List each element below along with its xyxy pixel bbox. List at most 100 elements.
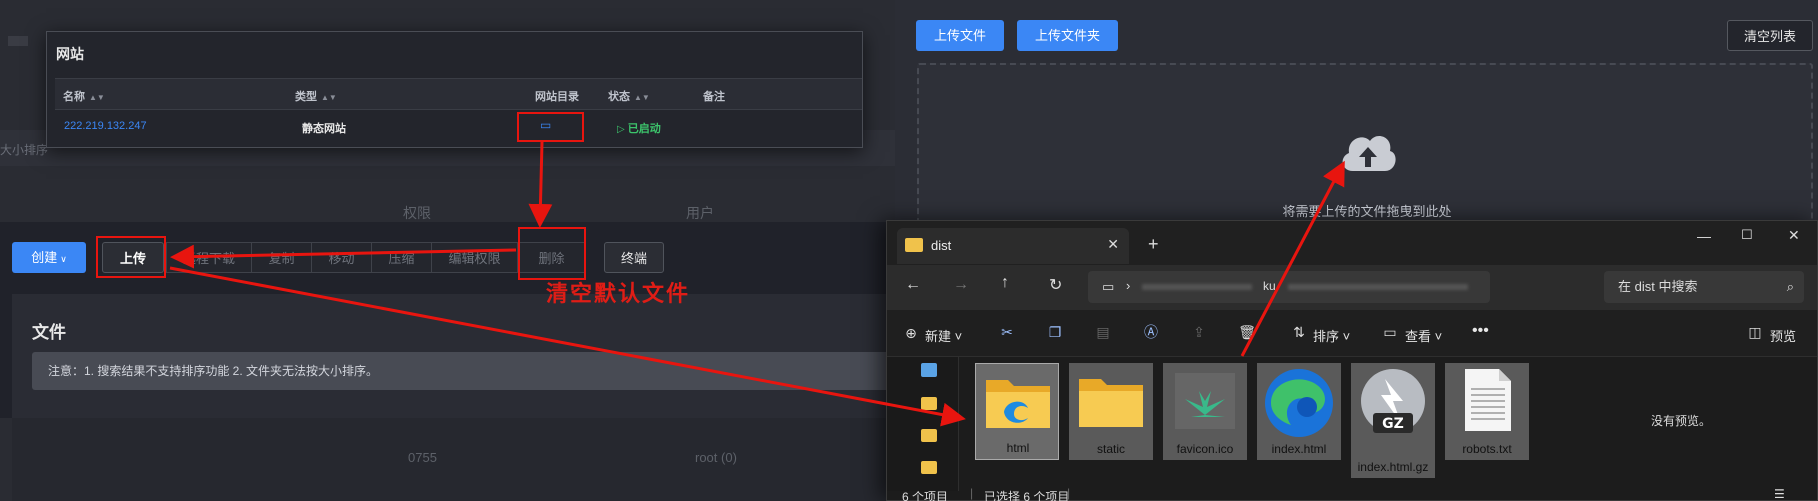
status-divider: |	[970, 486, 974, 500]
col-type[interactable]: 类型 ▲▼	[295, 88, 337, 104]
sort-icon: ▲▼	[89, 92, 105, 102]
col-status[interactable]: 状态 ▲▼	[608, 88, 650, 104]
edit-permissions-button[interactable]: 编辑权限	[432, 242, 518, 273]
files-title: 文件	[32, 323, 66, 342]
explorer-tab[interactable]: dist ✕	[897, 228, 1129, 264]
more-icon[interactable]: •••	[1472, 322, 1489, 340]
col-directory: 网站目录	[535, 91, 579, 103]
view-button[interactable]: 查看 ˅	[1405, 326, 1442, 345]
upload-folder-button[interactable]: 上传文件夹	[1017, 20, 1118, 51]
file-label: index.html.gz	[1357, 460, 1429, 474]
copy-button[interactable]: 复制	[252, 242, 312, 273]
preview-button[interactable]: 预览	[1770, 326, 1796, 345]
refresh-icon[interactable]: ↻	[1049, 275, 1062, 295]
file-item[interactable]: GZ index.html.gz	[1351, 363, 1435, 478]
terminal-button[interactable]: 终端	[604, 242, 664, 273]
site-name-link[interactable]: 222.219.132.247	[64, 120, 147, 132]
cloud-upload-icon	[1342, 136, 1396, 171]
status-divider: |	[1067, 486, 1071, 500]
sort-icon: ▲▼	[321, 92, 337, 102]
svg-text:GZ: GZ	[1382, 416, 1404, 432]
tab-title: dist	[931, 238, 952, 253]
site-type: 静态网站	[302, 123, 346, 135]
new-icon: ⊕	[905, 325, 917, 341]
file-list-ghost: 0755 root (0)	[12, 418, 890, 501]
annotation-box-delete	[518, 227, 586, 280]
folder-icon[interactable]	[921, 429, 937, 442]
file-label: robots.txt	[1462, 442, 1512, 456]
clear-list-button[interactable]: 清空列表	[1727, 20, 1813, 51]
paste-icon[interactable]: ▤	[1094, 323, 1112, 341]
file-label: index.html	[1271, 442, 1327, 456]
maximize-icon[interactable]: ☐	[1741, 227, 1753, 243]
gz-archive-icon: GZ	[1361, 369, 1425, 433]
ghost-sort-label: 大小排序	[0, 143, 49, 157]
details-view-icon[interactable]: ☰	[1774, 487, 1785, 501]
drop-hint: 将需要上传的文件拖曳到此处	[1282, 204, 1452, 219]
file-item[interactable]: html	[975, 363, 1059, 460]
item-count: 6 个项目	[902, 490, 949, 501]
edge-html-icon	[1265, 369, 1333, 437]
favicon-icon	[1175, 373, 1235, 429]
copy-icon[interactable]: ❐	[1046, 323, 1064, 341]
search-input[interactable]: 在 dist 中搜索 ⌕	[1604, 271, 1804, 303]
selected-count: 已选择 6 个项目	[984, 490, 1070, 501]
col-name[interactable]: 名称 ▲▼	[63, 88, 105, 104]
ghost-user-header: 用户	[686, 205, 714, 221]
back-icon[interactable]: ←	[905, 276, 921, 294]
file-item[interactable]: favicon.ico	[1163, 363, 1247, 460]
upload-file-button[interactable]: 上传文件	[916, 20, 1004, 51]
folder-icon[interactable]	[921, 461, 937, 474]
remote-download-button[interactable]: 远程下载	[166, 242, 252, 273]
file-item[interactable]: static	[1069, 363, 1153, 460]
sort-icon: ⇅	[1293, 324, 1305, 340]
notice-bar: 注意：1. 搜索结果不支持排序功能 2. 文件夹无法按大小排序。	[32, 352, 890, 390]
address-fragment: ku	[1263, 279, 1276, 293]
text-file-icon	[1465, 369, 1511, 431]
search-icon: ⌕	[1786, 279, 1794, 294]
annotation-box-site-dir	[517, 112, 584, 142]
preview-pane-icon: ◫	[1748, 324, 1762, 340]
sort-button[interactable]: 排序 ˅	[1313, 326, 1350, 345]
ghost-permission-value: 0755	[408, 450, 437, 465]
file-item[interactable]: robots.txt	[1445, 363, 1529, 460]
folder-icon	[1079, 379, 1143, 427]
close-window-icon[interactable]: ✕	[1788, 227, 1800, 244]
compress-button[interactable]: 压缩	[372, 242, 432, 273]
delete-icon[interactable]: 🗑	[1238, 323, 1256, 341]
file-label: favicon.ico	[1176, 442, 1234, 456]
up-icon[interactable]: ↑	[1001, 274, 1009, 292]
ghost-permission-header: 权限	[403, 205, 431, 221]
site-card-title: 网站	[56, 46, 84, 62]
sort-icon: ▲▼	[634, 92, 650, 102]
rename-icon[interactable]: Ⓐ	[1142, 323, 1160, 341]
blurred-path	[1142, 284, 1252, 290]
forward-icon[interactable]: →	[953, 276, 969, 294]
ghost-text	[8, 34, 38, 49]
file-item[interactable]: index.html	[1257, 363, 1341, 460]
preview-pane: 没有预览。	[1587, 357, 1817, 487]
close-tab-icon[interactable]: ✕	[1107, 236, 1119, 253]
col-notes: 备注	[703, 91, 725, 103]
site-card: 网站 名称 ▲▼ 类型 ▲▼ 网站目录 状态 ▲▼ 备注 222.219.132.24…	[46, 31, 863, 148]
annotation-box-upload	[96, 236, 166, 278]
minimize-icon[interactable]: —	[1697, 228, 1711, 244]
chevron-down-icon: ∨	[60, 254, 67, 264]
explorer-command-bar	[887, 310, 1817, 357]
annotation-text: 清空默认文件	[546, 281, 691, 307]
address-bar[interactable]: ▭ › ku	[1088, 271, 1490, 303]
create-button[interactable]: 创建 ∨	[12, 242, 86, 273]
new-tab-icon[interactable]: +	[1148, 234, 1159, 255]
network-icon[interactable]	[921, 363, 937, 377]
move-button[interactable]: 移动	[312, 242, 372, 273]
cut-icon[interactable]: ✂	[998, 323, 1016, 341]
monitor-icon: ▭	[1102, 279, 1115, 294]
view-icon: ▭	[1383, 324, 1397, 340]
file-label: html	[1006, 441, 1030, 455]
play-icon: ▷	[617, 124, 625, 135]
status-bar: 6 个项目 | 已选择 6 个项目 | ☰	[887, 486, 1817, 501]
folder-icon[interactable]	[921, 397, 937, 410]
ghost-owner-value: root (0)	[695, 450, 737, 465]
share-icon[interactable]: ⇪	[1190, 323, 1208, 341]
new-button[interactable]: 新建 ˅	[925, 326, 962, 345]
